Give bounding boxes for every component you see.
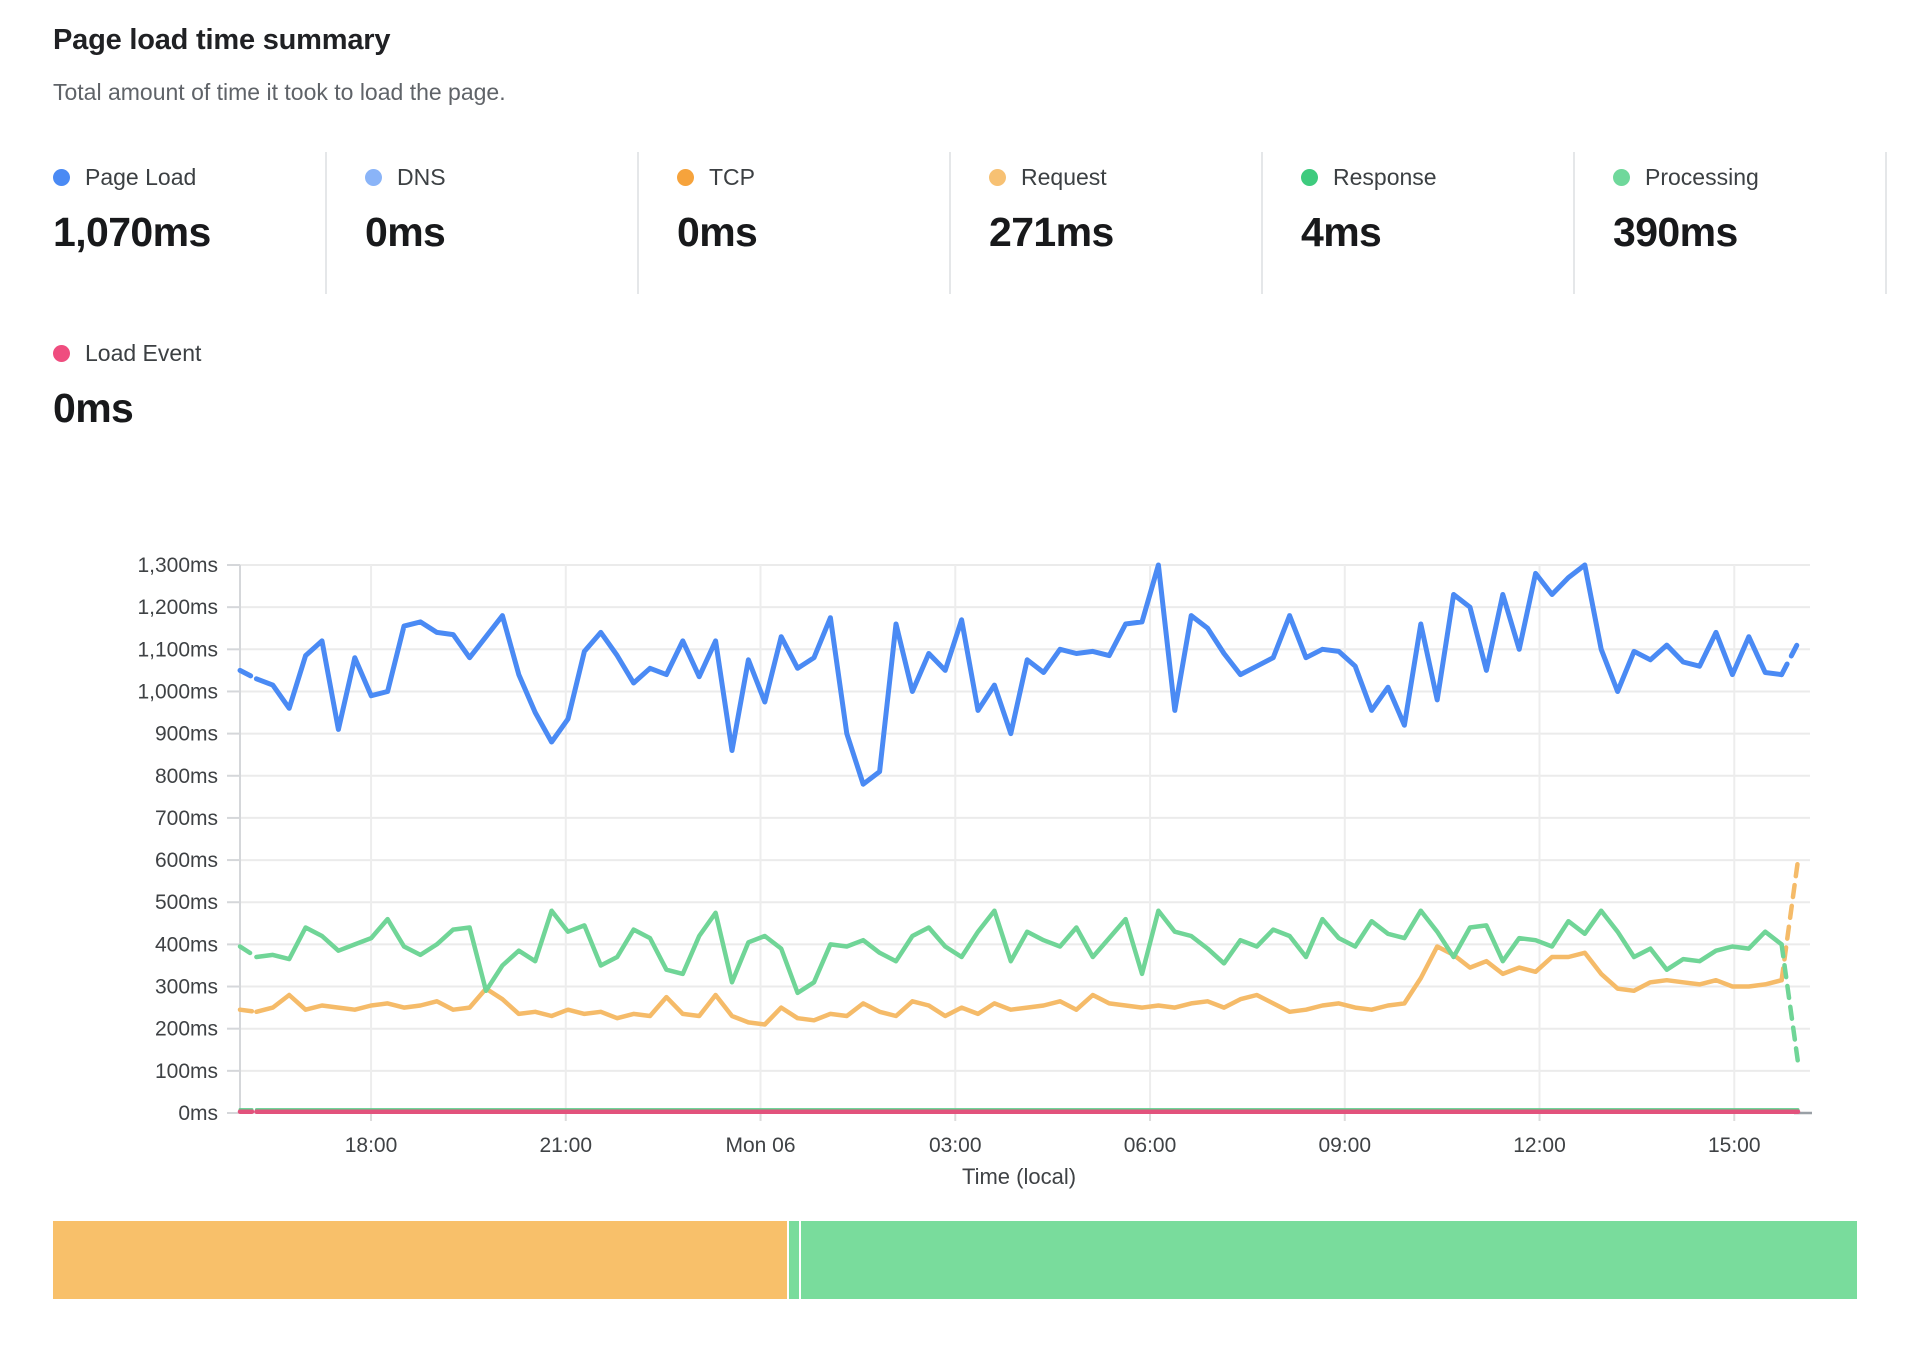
metric-label: Processing [1645,164,1759,191]
panel-header: Page load time summary Total amount of t… [53,24,506,106]
uptime-segment[interactable] [789,1221,799,1299]
metric-processing-value: 390ms [1613,209,1885,256]
svg-text:21:00: 21:00 [539,1134,592,1157]
uptime-segment[interactable] [53,1221,787,1299]
tcp-dot-icon [677,169,694,186]
svg-text:Mon 06: Mon 06 [726,1134,796,1157]
svg-text:300ms: 300ms [155,976,218,999]
metric-request-value: 271ms [989,209,1261,256]
svg-text:Time (local): Time (local) [962,1164,1076,1189]
metric-dns: DNS 0ms [327,152,639,294]
metric-label: Response [1333,164,1437,191]
metric-label: Request [1021,164,1107,191]
metric-processing: Processing 390ms [1575,152,1887,294]
metric-label: TCP [709,164,755,191]
metric-tcp-value: 0ms [677,209,949,256]
svg-text:1,100ms: 1,100ms [137,638,218,661]
svg-text:900ms: 900ms [155,723,218,746]
status-timeline-bar[interactable] [53,1221,1857,1299]
svg-text:12:00: 12:00 [1513,1134,1566,1157]
svg-text:1,300ms: 1,300ms [137,554,218,577]
response-dot-icon [1301,169,1318,186]
metric-page-load: Page Load 1,070ms [53,152,327,294]
svg-text:100ms: 100ms [155,1060,218,1083]
svg-text:200ms: 200ms [155,1018,218,1041]
svg-text:700ms: 700ms [155,807,218,830]
processing-dot-icon [1613,169,1630,186]
metric-page-load-label-row: Page Load [53,164,325,191]
metric-request: Request 271ms [951,152,1263,294]
svg-text:800ms: 800ms [155,765,218,788]
request-dot-icon [989,169,1006,186]
metric-response-label-row: Response [1301,164,1573,191]
page-load-summary-panel: Page load time summary Total amount of t… [0,0,1910,1352]
svg-text:18:00: 18:00 [345,1134,398,1157]
page-subtitle: Total amount of time it took to load the… [53,79,506,106]
metrics-summary-row: Page Load 1,070ms DNS 0ms TCP 0ms Reques… [53,152,1887,294]
svg-text:400ms: 400ms [155,933,218,956]
svg-text:600ms: 600ms [155,849,218,872]
metric-label: DNS [397,164,446,191]
svg-text:1,200ms: 1,200ms [137,596,218,619]
metric-page-load-value: 1,070ms [53,209,325,256]
metric-load-event-label-row: Load Event [53,340,201,367]
load-time-line-chart[interactable]: 0ms 100ms 200ms 300ms 400ms 500ms 600ms 700ms 80… [0,540,1910,1220]
metric-dns-value: 0ms [365,209,637,256]
dns-dot-icon [365,169,382,186]
metric-load-event-value: 0ms [53,385,201,432]
metric-processing-label-row: Processing [1613,164,1885,191]
svg-text:09:00: 09:00 [1318,1134,1371,1157]
svg-text:15:00: 15:00 [1708,1134,1761,1157]
page-title: Page load time summary [53,24,506,57]
metric-response-value: 4ms [1301,209,1573,256]
metric-label: Page Load [85,164,196,191]
svg-text:06:00: 06:00 [1124,1134,1177,1157]
metric-response: Response 4ms [1263,152,1575,294]
svg-text:1,000ms: 1,000ms [137,680,218,703]
metric-tcp-label-row: TCP [677,164,949,191]
svg-text:500ms: 500ms [155,891,218,914]
load-event-dot-icon [53,345,70,362]
uptime-segment[interactable] [801,1221,1857,1299]
page-load-dot-icon [53,169,70,186]
metric-label: Load Event [85,340,201,367]
metric-dns-label-row: DNS [365,164,637,191]
svg-text:0ms: 0ms [178,1102,218,1125]
metric-load-event: Load Event 0ms [53,328,201,432]
metric-request-label-row: Request [989,164,1261,191]
metric-tcp: TCP 0ms [639,152,951,294]
svg-text:03:00: 03:00 [929,1134,982,1157]
